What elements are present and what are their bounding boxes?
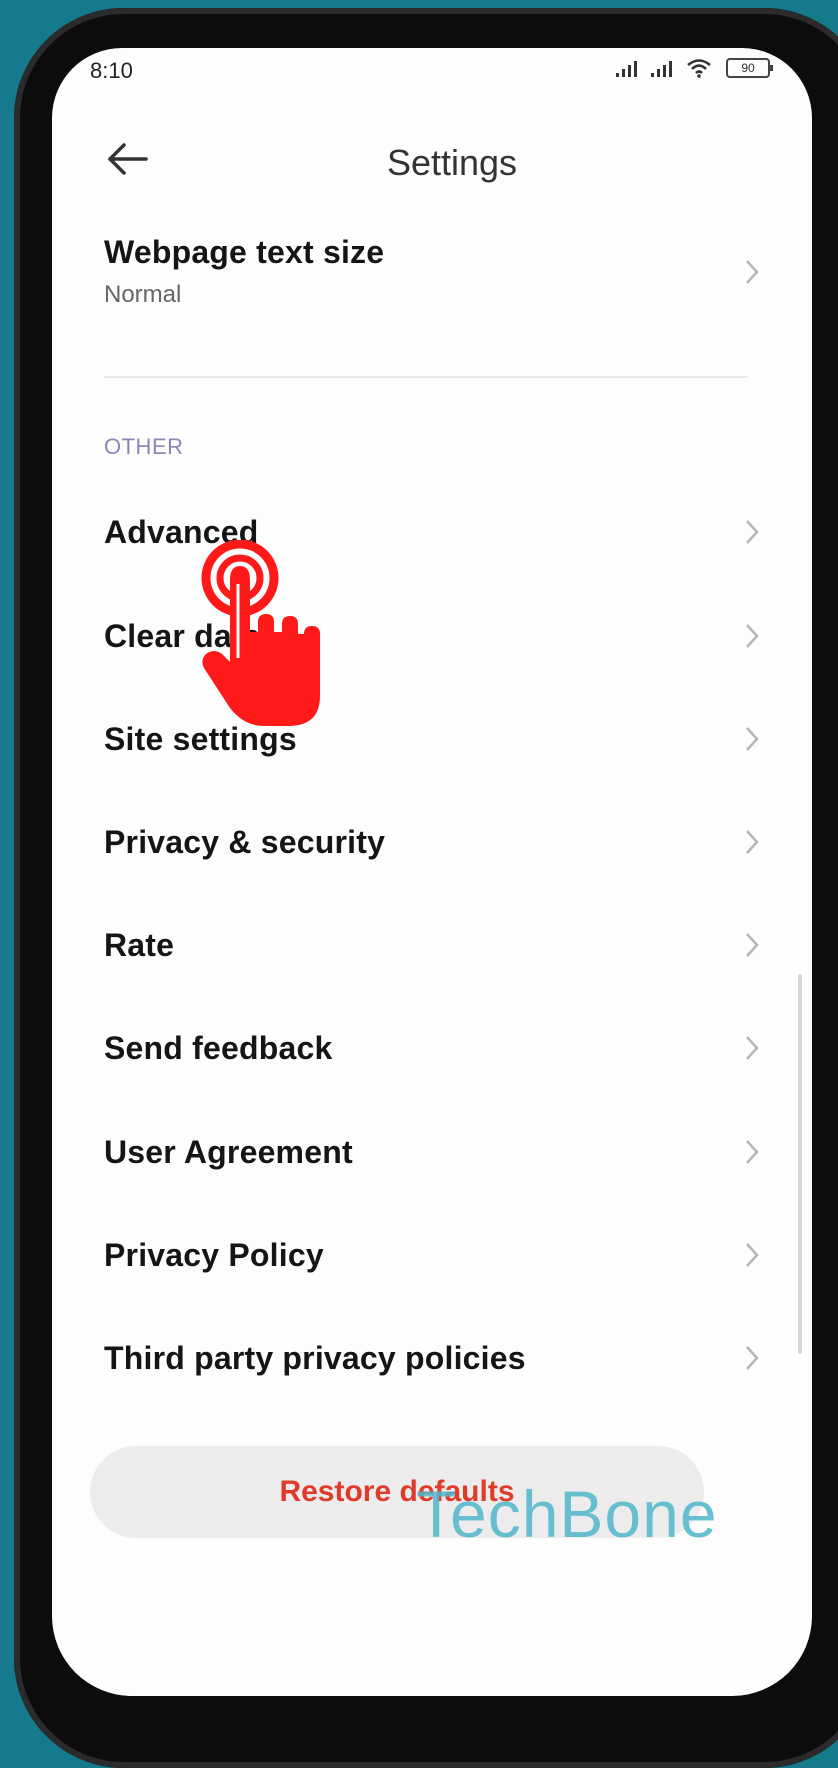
status-icons: 90 [616,58,773,78]
row-label: Privacy & security [104,824,386,860]
privacy-security-row[interactable]: Privacy & security [104,824,760,861]
signal-icon [616,59,637,77]
row-label: Send feedback [104,1030,333,1066]
watermark: TechBone [416,1477,718,1551]
user-agreement-row[interactable]: User Agreement [104,1134,760,1171]
status-time: 8:10 [90,58,133,83]
chevron-right-icon [746,1243,759,1267]
send-feedback-row[interactable]: Send feedback [104,1030,760,1067]
wifi-icon [687,59,711,78]
section-header-other: OTHER [104,434,184,459]
webpage-text-size-row[interactable]: Webpage text size Normal [104,234,760,324]
row-label: Webpage text size [104,234,385,270]
status-bar: 8:10 90 [52,48,812,92]
header: Settings [52,128,812,198]
row-value: Normal [104,281,182,308]
row-label: User Agreement [104,1134,353,1170]
divider [104,376,748,378]
chevron-right-icon [746,624,759,648]
screen: 8:10 90 Settings Webpage text size Norma… [52,48,812,1696]
signal-icon [651,59,672,77]
chevron-right-icon [746,520,759,544]
rate-row[interactable]: Rate [104,927,760,964]
page-title: Settings [386,142,518,183]
chevron-right-icon [746,727,759,751]
row-label: Rate [104,927,175,963]
row-label: Third party privacy policies [104,1340,526,1376]
battery-icon: 90 [726,58,773,78]
row-label: Privacy Policy [104,1237,324,1273]
chevron-right-icon [746,260,759,284]
privacy-policy-row[interactable]: Privacy Policy [104,1237,760,1274]
chevron-right-icon [746,933,759,957]
scrollbar[interactable] [798,974,802,1354]
chevron-right-icon [746,1036,759,1060]
chevron-right-icon [746,1140,759,1164]
chevron-right-icon [746,830,759,854]
hand-tap-icon [201,540,320,726]
chevron-right-icon [746,1346,759,1370]
third-party-policies-row[interactable]: Third party privacy policies [104,1340,760,1377]
